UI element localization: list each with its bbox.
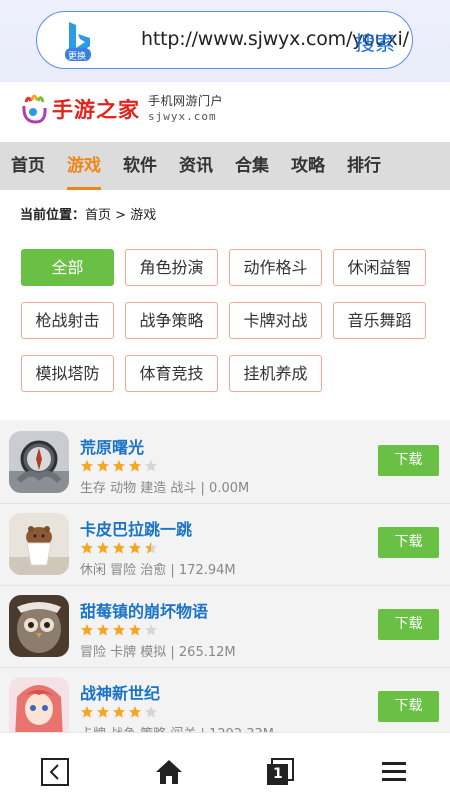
- nav-games[interactable]: 游戏: [67, 142, 101, 190]
- logo-text: 手游之家: [52, 97, 140, 122]
- star-icon: [145, 624, 157, 636]
- home-icon[interactable]: [154, 757, 184, 787]
- category-all[interactable]: 全部: [21, 249, 114, 286]
- category-rpg[interactable]: 角色扮演: [125, 249, 218, 286]
- category-action[interactable]: 动作格斗: [229, 249, 322, 286]
- star-icon: [97, 706, 109, 718]
- star-rating: [80, 459, 160, 473]
- back-icon[interactable]: [40, 757, 70, 787]
- logo-subtitle-cn: 手机网游门户: [148, 94, 224, 108]
- nav-guides[interactable]: 攻略: [291, 142, 325, 190]
- nav-rankings[interactable]: 排行: [347, 142, 381, 190]
- star-icon: [97, 460, 109, 472]
- download-button[interactable]: 下载: [378, 445, 439, 476]
- game-meta: 休闲 冒险 治愈 | 172.94M: [80, 563, 236, 578]
- game-icon-capybara[interactable]: [9, 513, 69, 575]
- category-shooter[interactable]: 枪战射击: [21, 302, 114, 339]
- breadcrumb-separator: >: [111, 208, 131, 223]
- star-rating: [80, 541, 160, 555]
- url-field[interactable]: 更换 http://www.sjwyx.com/youxi/ 搜索: [36, 11, 413, 69]
- breadcrumb-label: 当前位置：: [20, 208, 86, 223]
- tabs-icon[interactable]: 1: [265, 757, 295, 787]
- game-icon-anime-girl[interactable]: [9, 677, 69, 739]
- game-icon-compass[interactable]: [9, 431, 69, 493]
- star-icon: [97, 542, 109, 554]
- engine-switch-label: 更换: [68, 52, 87, 62]
- star-rating: [80, 705, 160, 719]
- bing-logo-icon[interactable]: 更换: [55, 18, 101, 64]
- category-card[interactable]: 卡牌对战: [229, 302, 322, 339]
- star-icon: [145, 542, 157, 554]
- game-list-item[interactable]: 卡皮巴拉跳一跳 休闲 冒险 治愈 | 172.94M 下载: [0, 506, 450, 586]
- breadcrumb-current: 游戏: [130, 208, 157, 223]
- game-list-item[interactable]: 荒原曙光 生存 动物 建造 战斗 | 0.00M 下载: [0, 424, 450, 504]
- game-meta: 生存 动物 建造 战斗 | 0.00M: [80, 481, 250, 496]
- game-list-item[interactable]: 甜莓镇的崩坏物语 冒险 卡牌 模拟 | 265.12M 下载: [0, 588, 450, 668]
- browser-address-bar: 更换 http://www.sjwyx.com/youxi/ 搜索: [0, 0, 450, 82]
- breadcrumb-home[interactable]: 首页: [85, 208, 111, 223]
- star-icon: [145, 460, 157, 472]
- breadcrumb: 当前位置：首页 > 游戏: [20, 204, 156, 223]
- site-header: 手游之家 手机网游门户 sjwyx.com: [0, 82, 450, 142]
- game-icon-owl[interactable]: [9, 595, 69, 657]
- star-icon: [81, 624, 93, 636]
- category-sports[interactable]: 体育竞技: [125, 355, 218, 392]
- game-name[interactable]: 荒原曙光: [80, 434, 144, 458]
- nav-software[interactable]: 软件: [123, 142, 157, 190]
- star-rating: [80, 623, 160, 637]
- game-name[interactable]: 甜莓镇的崩坏物语: [80, 598, 208, 622]
- category-music[interactable]: 音乐舞蹈: [333, 302, 426, 339]
- site-logo[interactable]: 手游之家 手机网游门户 sjwyx.com: [22, 92, 223, 126]
- nav-news[interactable]: 资讯: [179, 142, 213, 190]
- star-icon: [113, 542, 125, 554]
- logo-subtitle: 手机网游门户 sjwyx.com: [148, 94, 223, 124]
- game-name[interactable]: 战神新世纪: [80, 680, 160, 704]
- star-icon: [129, 542, 141, 554]
- category-panel: 当前位置：首页 > 游戏 全部 角色扮演 动作格斗 休闲益智 枪战射击 战争策略…: [0, 190, 450, 420]
- game-name[interactable]: 卡皮巴拉跳一跳: [80, 516, 192, 540]
- download-button[interactable]: 下载: [378, 527, 439, 558]
- category-idle[interactable]: 挂机养成: [229, 355, 322, 392]
- menu-icon[interactable]: [379, 757, 409, 787]
- star-icon: [113, 460, 125, 472]
- browser-bottom-bar: 1: [0, 732, 450, 800]
- category-simulation[interactable]: 模拟塔防: [21, 355, 114, 392]
- tab-count: 1: [273, 766, 283, 782]
- star-icon: [129, 460, 141, 472]
- category-casual[interactable]: 休闲益智: [333, 249, 426, 286]
- star-icon: [113, 624, 125, 636]
- star-icon: [113, 706, 125, 718]
- logo-hand-icon: [22, 94, 47, 124]
- star-icon: [97, 624, 109, 636]
- nav-collections[interactable]: 合集: [235, 142, 269, 190]
- star-icon: [145, 706, 157, 718]
- nav-home[interactable]: 首页: [11, 142, 45, 190]
- star-icon: [129, 624, 141, 636]
- main-nav: 首页 游戏 软件 资讯 合集 攻略 排行: [0, 142, 450, 190]
- star-icon: [81, 706, 93, 718]
- star-icon: [129, 706, 141, 718]
- star-icon: [81, 460, 93, 472]
- logo-subtitle-en: sjwyx.com: [148, 110, 217, 123]
- search-button[interactable]: 搜索: [355, 27, 395, 56]
- star-icon: [81, 542, 93, 554]
- game-meta: 冒险 卡牌 模拟 | 265.12M: [80, 645, 236, 660]
- download-button[interactable]: 下载: [378, 609, 439, 640]
- download-button[interactable]: 下载: [378, 691, 439, 722]
- category-strategy[interactable]: 战争策略: [125, 302, 218, 339]
